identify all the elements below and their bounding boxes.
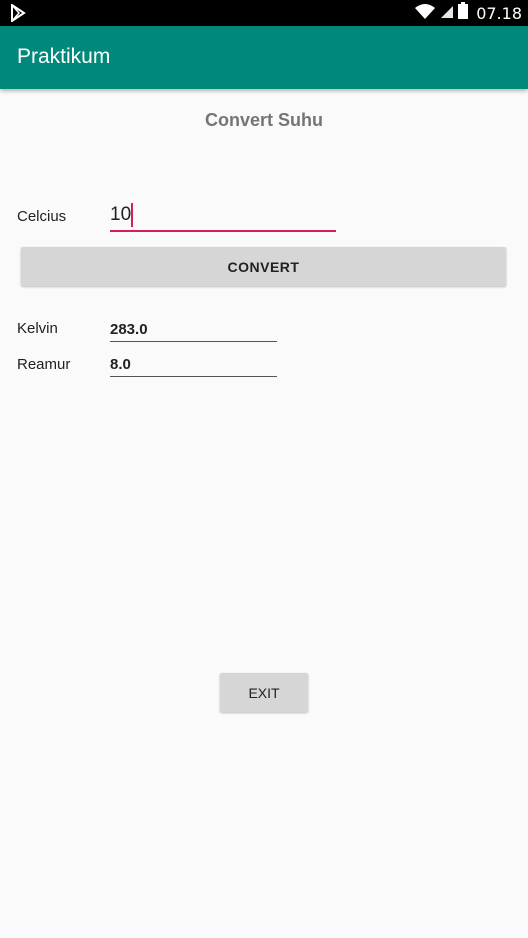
exit-button[interactable]: EXIT xyxy=(220,673,308,712)
reamur-label: Reamur xyxy=(17,356,71,373)
battery-icon xyxy=(458,2,469,24)
app-title: Praktikum xyxy=(17,45,111,68)
kelvin-field[interactable]: 283.0 xyxy=(110,318,277,342)
celcius-input-value: 10 xyxy=(110,204,132,225)
page-heading: Convert Suhu xyxy=(204,110,323,130)
status-time: 07.18 xyxy=(476,3,522,23)
app-bar: Praktikum xyxy=(0,26,528,89)
convert-button[interactable]: CONVERT xyxy=(21,247,506,286)
text-cursor xyxy=(131,203,133,227)
kelvin-value: 283.0 xyxy=(110,321,148,338)
status-icons: 07.18 xyxy=(414,0,522,26)
celcius-label: Celcius xyxy=(17,208,67,225)
kelvin-label: Kelvin xyxy=(17,320,58,337)
celcius-input[interactable]: 10 xyxy=(110,200,336,232)
play-store-notification-icon xyxy=(10,3,26,23)
status-bar: 07.18 xyxy=(0,0,528,26)
signal-icon xyxy=(440,3,454,24)
wifi-icon xyxy=(414,3,436,24)
reamur-value: 8.0 xyxy=(110,356,131,373)
reamur-field[interactable]: 8.0 xyxy=(110,353,277,377)
